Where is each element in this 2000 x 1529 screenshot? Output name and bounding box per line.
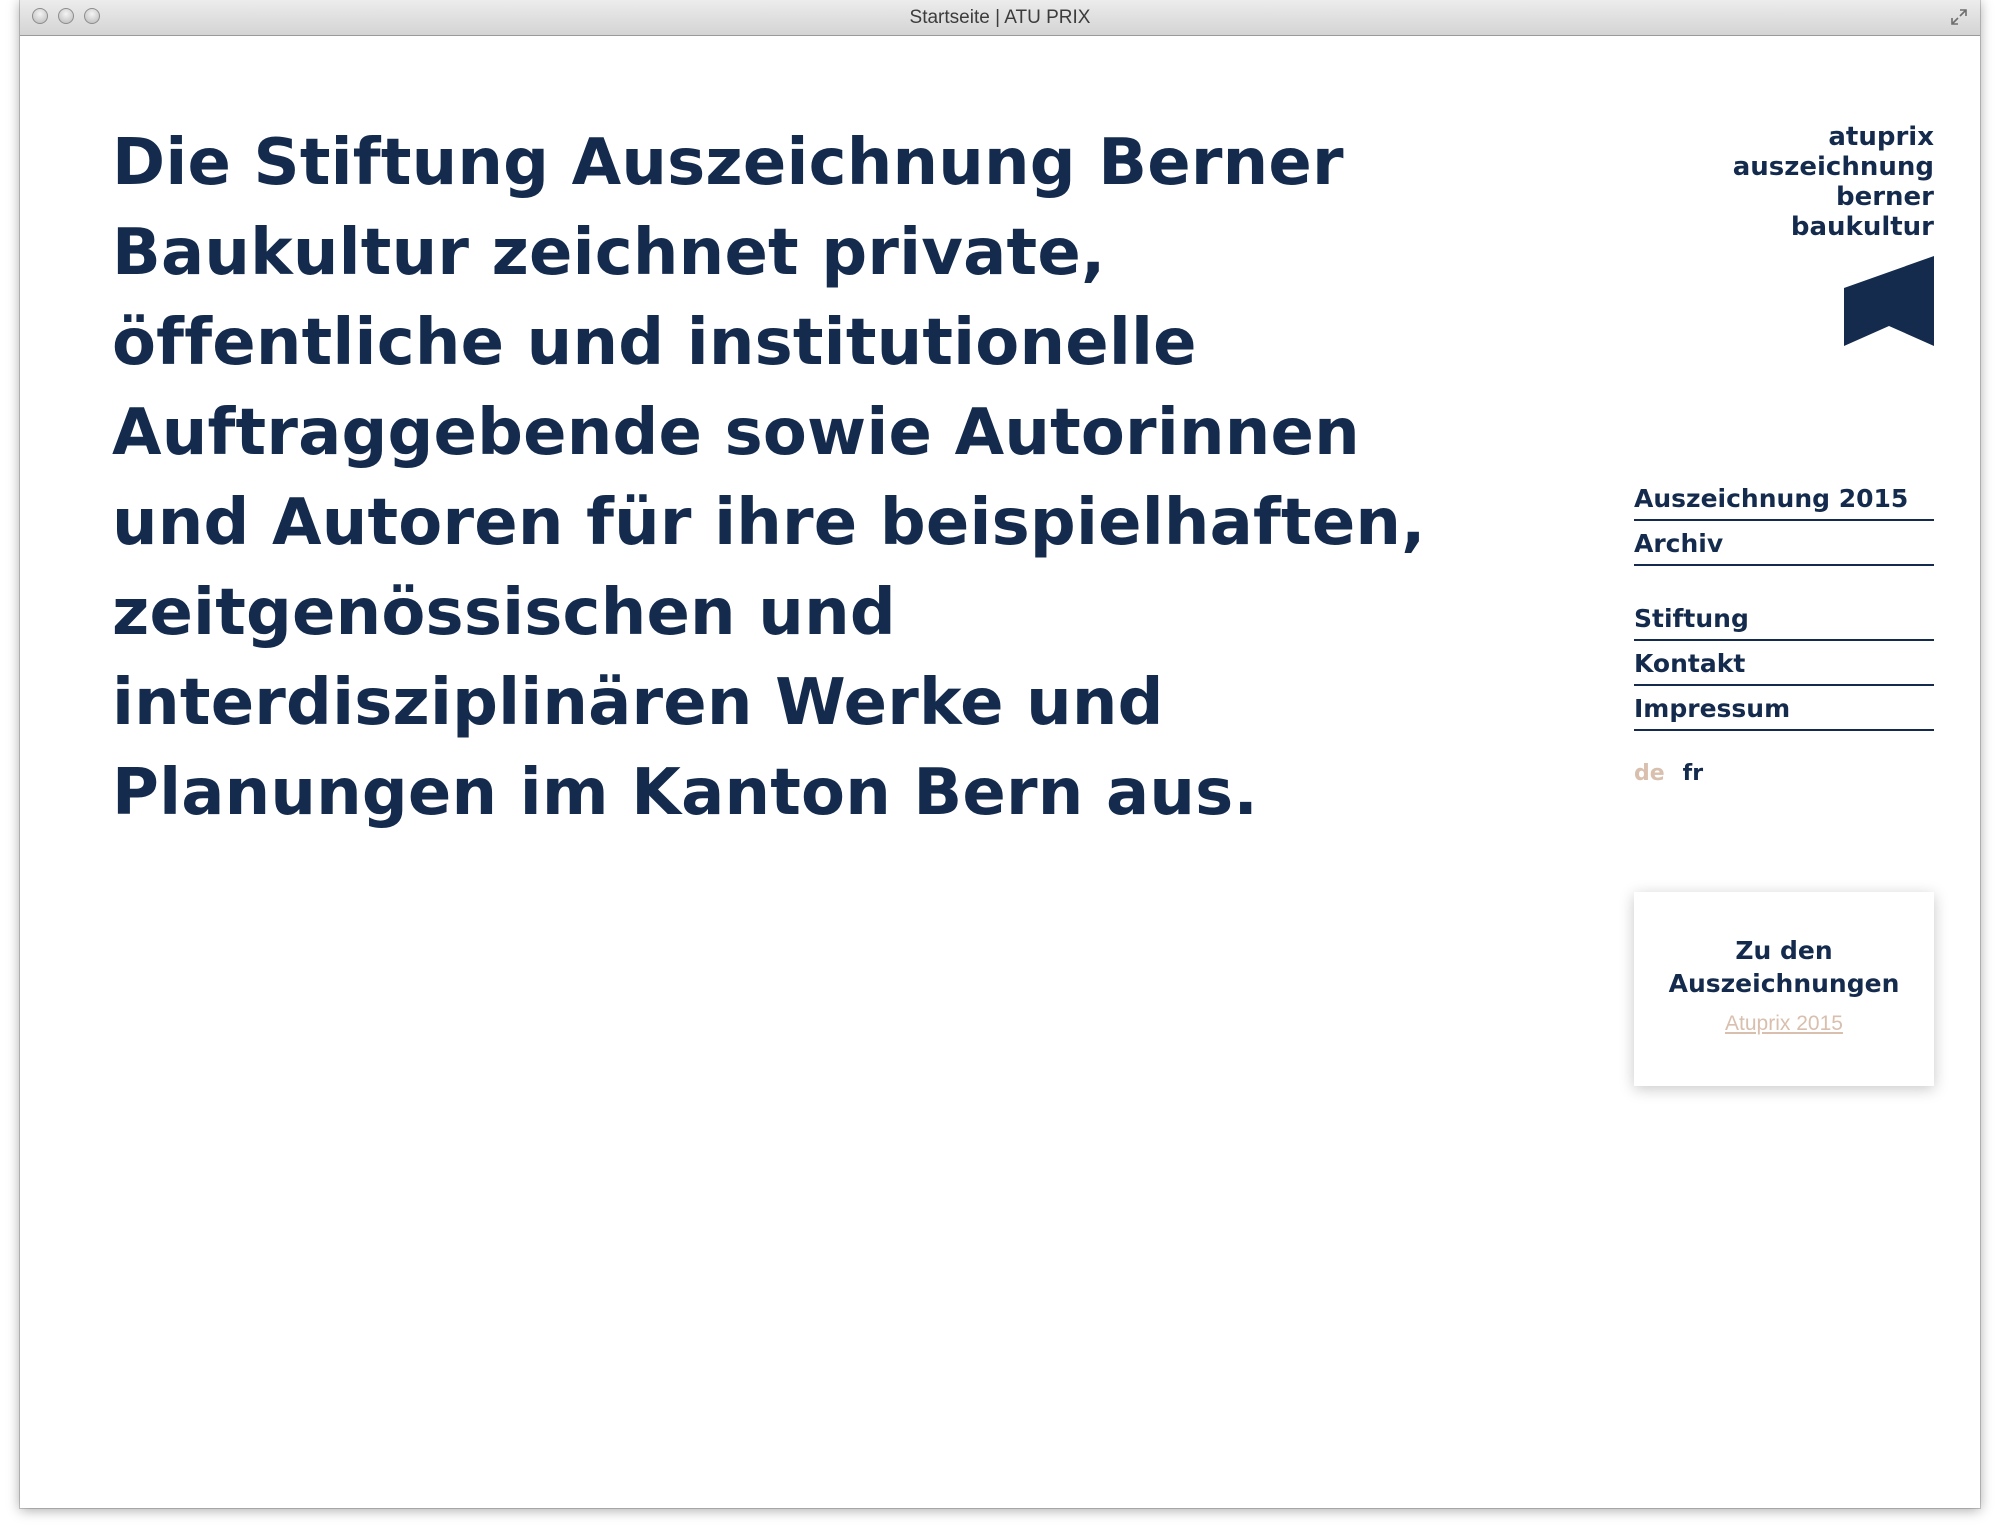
intro-line: und Autoren für ihre beispielhaften, [112, 486, 1426, 560]
teaser-title: Zu den Auszeichnungen [1634, 934, 1934, 1000]
atuprix-2015-link[interactable]: Atuprix 2015 [1725, 1012, 1843, 1036]
intro-line: Baukultur zeichnet private, [112, 216, 1106, 290]
logo-text-line: auszeichnung [1732, 152, 1934, 182]
intro-line: interdisziplinären Werke und [112, 666, 1164, 740]
teaser-title-line: Auszeichnungen [1668, 969, 1900, 998]
language-switcher: de fr [1634, 761, 1934, 786]
browser-window: Startseite | ATU PRIX Die Stiftung Ausze… [20, 0, 1980, 1508]
logo-text-line: atuprix [1828, 122, 1934, 152]
awards-teaser-card: Zu den Auszeichnungen Atuprix 2015 [1634, 892, 1934, 1086]
nav-group-secondary: Stiftung Kontakt Impressum [1634, 596, 1934, 731]
intro-line: Auftraggebende sowie Autorinnen [112, 396, 1360, 470]
fullscreen-icon[interactable] [1950, 8, 1968, 26]
intro-line: öffentliche und institutionelle [112, 306, 1197, 380]
nav-item-auszeichnung-2015[interactable]: Auszeichnung 2015 [1634, 476, 1934, 521]
window-title: Startseite | ATU PRIX [909, 7, 1091, 28]
title-bar: Startseite | ATU PRIX [20, 0, 1980, 36]
site-logo[interactable]: atuprix auszeichnung berner baukultur [1733, 122, 1934, 346]
logo-text-line: berner [1835, 182, 1934, 212]
logo-flag-icon [1844, 256, 1934, 346]
logo-text-line: baukultur [1790, 212, 1934, 242]
intro-line: zeitgenössischen und [112, 576, 896, 650]
language-de-link[interactable]: de [1634, 761, 1665, 786]
main-navigation: Auszeichnung 2015 Archiv Stiftung Kontak… [1634, 476, 1934, 786]
teaser-title-line: Zu den [1735, 936, 1833, 965]
intro-line: Die Stiftung Auszeichnung Berner [112, 126, 1344, 200]
nav-item-impressum[interactable]: Impressum [1634, 686, 1934, 731]
page-content: Die Stiftung Auszeichnung Berner Baukult… [20, 36, 1980, 1508]
language-fr-link[interactable]: fr [1683, 761, 1703, 786]
nav-group-primary: Auszeichnung 2015 Archiv [1634, 476, 1934, 566]
nav-item-archiv[interactable]: Archiv [1634, 521, 1934, 566]
nav-item-kontakt[interactable]: Kontakt [1634, 641, 1934, 686]
intro-line: Planungen im Kanton Bern aus. [112, 756, 1258, 830]
intro-statement: Die Stiftung Auszeichnung Berner Baukult… [112, 118, 1512, 838]
nav-item-stiftung[interactable]: Stiftung [1634, 596, 1934, 641]
